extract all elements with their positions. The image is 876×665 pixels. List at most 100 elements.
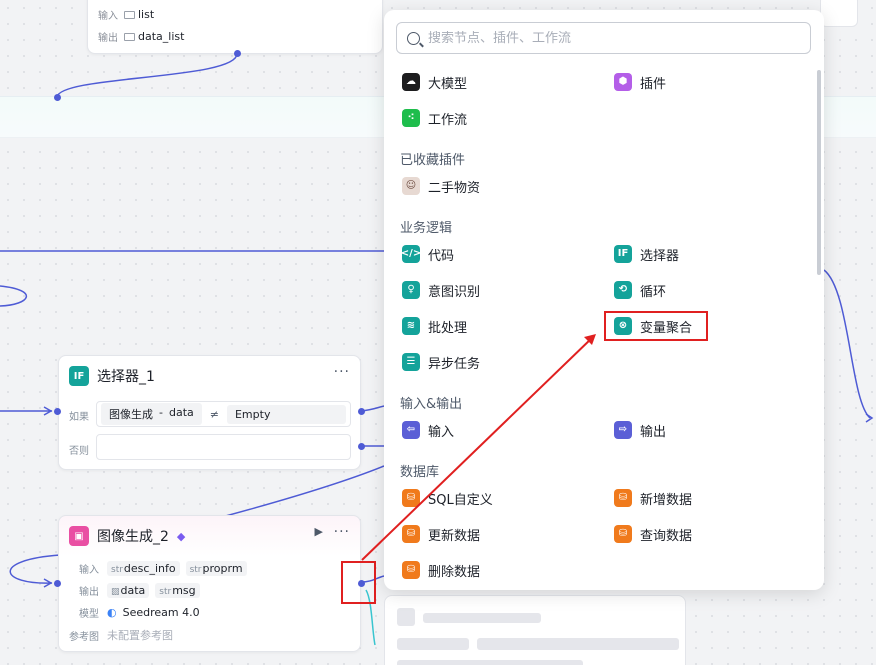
output-param: msg: [172, 584, 196, 597]
section-database: 数据库: [400, 465, 440, 480]
item-label: 代码: [428, 248, 455, 264]
operand-sep: -: [159, 406, 163, 419]
offscreen-node-card[interactable]: [820, 0, 858, 27]
if-icon: IF: [69, 366, 89, 386]
item-label: 大模型: [428, 76, 468, 92]
image-icon: ▣: [69, 526, 89, 546]
list-node-card[interactable]: 输入 list 输出 data_list: [87, 0, 383, 57]
else-output-port[interactable]: [358, 443, 365, 450]
more-menu-button[interactable]: ···: [334, 364, 350, 380]
condition-left-operand[interactable]: 图像生成 - data: [101, 403, 202, 425]
run-button[interactable]: ▶: [315, 525, 324, 538]
item-label: 意图识别: [428, 284, 481, 300]
input-param: proprm: [202, 562, 243, 575]
node-item-selector[interactable]: IF 选择器: [614, 243, 679, 265]
else-branch[interactable]: [96, 434, 351, 460]
node-item-query-data[interactable]: ⛁ 查询数据: [614, 523, 692, 545]
output-label: 输出: [98, 33, 118, 44]
node-item-llm[interactable]: ☁ 大模型: [402, 71, 467, 93]
item-label: 输入: [428, 424, 455, 440]
node-item-update-data[interactable]: ⛁ 更新数据: [402, 523, 480, 545]
operand-field: data: [168, 406, 194, 419]
ref-value: 未配置参考图: [107, 629, 173, 642]
update-data-icon: ⛁: [402, 525, 420, 543]
add-data-icon: ⛁: [614, 489, 632, 507]
output-param: data: [120, 584, 146, 597]
node-title: 图像生成_2: [97, 529, 169, 545]
selector-node-card[interactable]: IF 选择器_1 ··· 如果 图像生成 - data ≠ Empty 否则: [58, 355, 365, 470]
node-item-sql[interactable]: ⛁ SQL自定义: [402, 487, 493, 509]
node-item-favorite[interactable]: ☺ 二手物资: [402, 175, 480, 197]
section-logic: 业务逻辑: [400, 221, 453, 236]
condition-right-operand[interactable]: Empty: [226, 404, 346, 424]
array-type-icon: [124, 10, 135, 19]
node-item-plugin[interactable]: ⬢ 插件: [614, 71, 666, 93]
search-input[interactable]: [428, 30, 788, 46]
output-port[interactable]: [234, 50, 241, 57]
input-icon: ⇦: [402, 421, 420, 439]
node-item-async[interactable]: ☰ 异步任务: [402, 351, 480, 373]
node-item-loop[interactable]: ⟲ 循环: [614, 279, 666, 301]
array-type-icon: [124, 32, 135, 41]
node-item-code[interactable]: </> 代码: [401, 243, 455, 265]
node-item-intent[interactable]: ♀ 意图识别: [402, 279, 480, 301]
item-label: 输出: [640, 424, 667, 440]
node-item-output[interactable]: ⇨ 输出: [614, 419, 666, 441]
search-box[interactable]: [396, 22, 811, 54]
premium-icon: ◆: [176, 529, 186, 543]
node-picker-panel[interactable]: ☁ 大模型 ⬢ 插件 ⁖ 工作流 已收藏插件 ☺ 二手物资 业务逻辑 </> 代…: [384, 10, 824, 590]
panel-scrollbar[interactable]: [817, 70, 821, 275]
node-item-delete-data[interactable]: ⛁ 删除数据: [402, 559, 480, 581]
annotation-box-aggregate: [604, 311, 708, 341]
sql-icon: ⛁: [402, 489, 420, 507]
section-io: 输入&输出: [400, 397, 463, 412]
output-value: data_list: [138, 30, 185, 43]
avatar-icon: ☺: [402, 177, 420, 195]
item-label: 异步任务: [428, 356, 481, 372]
node-item-batch[interactable]: ≋ 批处理: [402, 315, 467, 337]
selector-input-port[interactable]: [54, 408, 61, 415]
item-label: SQL自定义: [428, 492, 493, 508]
output-label: 输出: [79, 587, 99, 598]
annotation-box-port: [341, 561, 376, 604]
if-condition[interactable]: 图像生成 - data ≠ Empty: [96, 401, 351, 427]
workflow-canvas[interactable]: 输入 list 输出 data_list IF 选择器_1 ··· 如果 图像生…: [0, 0, 876, 665]
ref-label: 参考图: [69, 631, 99, 643]
plugin-icon: ⬢: [614, 73, 632, 91]
operator[interactable]: ≠: [206, 408, 223, 421]
llm-icon: ☁: [402, 73, 420, 91]
item-label: 查询数据: [640, 528, 693, 544]
workflow-icon: ⁖: [402, 109, 420, 127]
else-label: 否则: [69, 446, 89, 457]
section-favorites: 已收藏插件: [400, 153, 466, 168]
item-label: 新增数据: [640, 492, 693, 508]
code-icon: </>: [401, 245, 421, 263]
input-label: 输入: [98, 11, 118, 22]
delete-data-icon: ⛁: [402, 561, 420, 579]
if-output-port[interactable]: [358, 408, 365, 415]
image-node-input-port[interactable]: [54, 580, 61, 587]
seedream-icon: ◐: [107, 606, 117, 619]
node-item-input[interactable]: ⇦ 输入: [402, 419, 454, 441]
input-param: desc_info: [123, 562, 176, 575]
output-icon: ⇨: [614, 421, 632, 439]
search-icon: [407, 31, 420, 45]
type-tag: str: [159, 587, 172, 597]
query-data-icon: ⛁: [614, 525, 632, 543]
node-item-workflow[interactable]: ⁖ 工作流: [402, 107, 467, 129]
if-label: 如果: [69, 412, 89, 423]
node-item-add-data[interactable]: ⛁ 新增数据: [614, 487, 692, 509]
more-menu-button[interactable]: ···: [334, 524, 350, 540]
type-tag: str: [189, 565, 202, 575]
image-type-icon: ▨: [111, 587, 120, 597]
image-generation-node-card[interactable]: ▣ 图像生成_2 ◆ ▶ ··· 输入 strdesc_info strprop…: [58, 515, 365, 652]
item-label: 循环: [640, 284, 667, 300]
async-icon: ☰: [402, 353, 420, 371]
group-input-port[interactable]: [54, 94, 61, 101]
item-label: 工作流: [428, 112, 468, 128]
if-icon: IF: [614, 245, 632, 263]
operand-node: 图像生成: [109, 408, 153, 421]
input-value: list: [138, 8, 155, 21]
model-value: Seedream 4.0: [122, 606, 200, 619]
loading-node-skeleton: [384, 595, 686, 665]
